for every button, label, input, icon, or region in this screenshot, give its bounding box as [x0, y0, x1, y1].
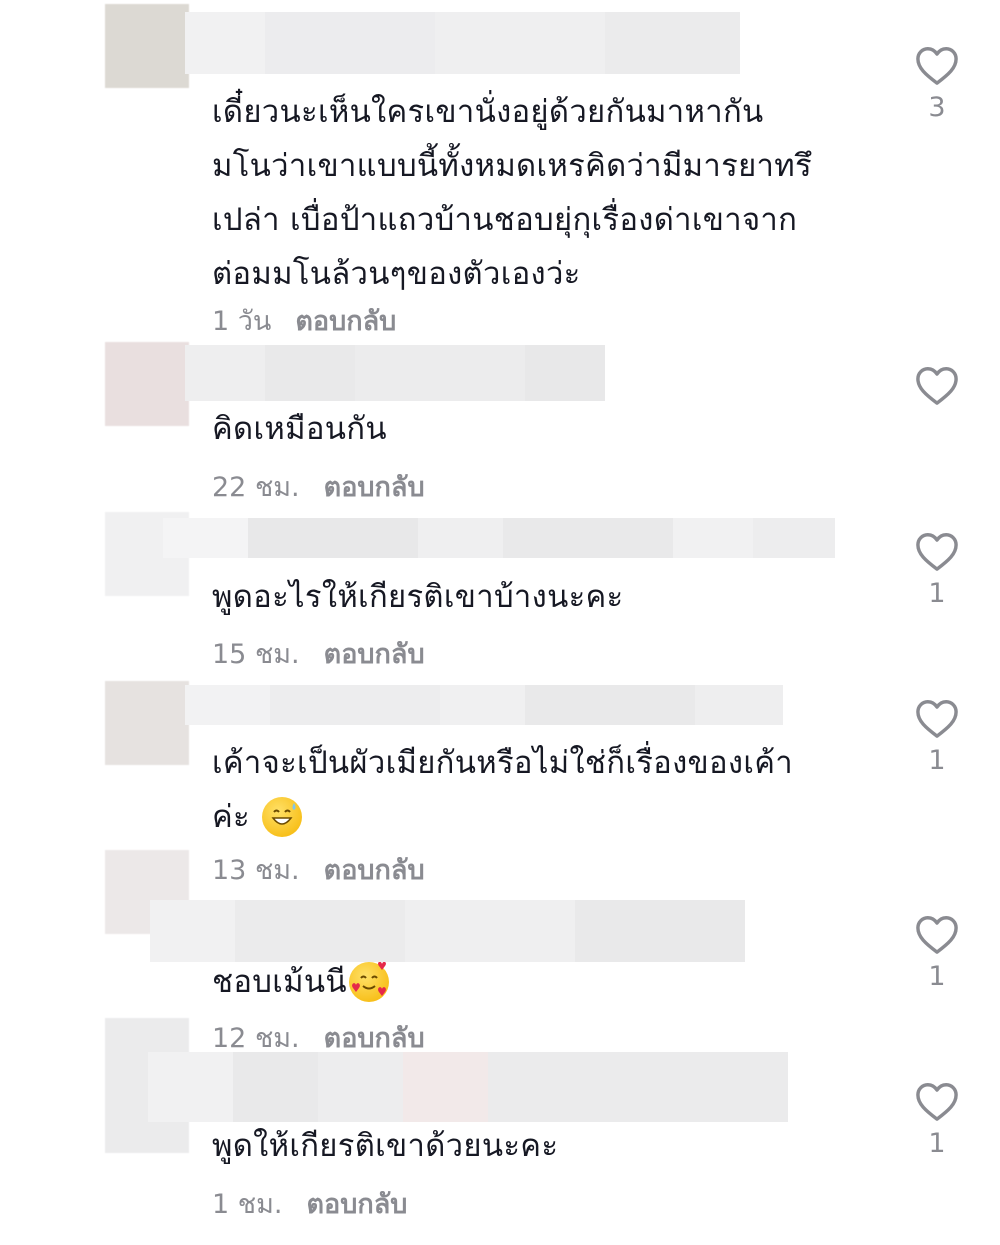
comment-text: เค้าจะเป็นผัวเมียกันหรือไม่ใช่ก็เรื่องขอ… [212, 745, 794, 837]
like-button[interactable]: 3 [912, 44, 962, 124]
comment-time: 1 ชม. [212, 1189, 283, 1220]
comment-time: 1 วัน [212, 306, 272, 337]
reply-button[interactable]: ตอบกลับ [324, 465, 425, 508]
heart-outline-icon [916, 47, 958, 85]
like-count: 3 [928, 92, 946, 123]
username-blurred[interactable] [150, 900, 745, 962]
like-count: 1 [928, 961, 946, 992]
username-blurred[interactable] [185, 685, 783, 725]
username-blurred[interactable] [185, 345, 605, 401]
like-button[interactable]: 1 [912, 530, 962, 610]
grinning-sweat-emoji [262, 797, 302, 837]
comment-text: เดี๋ยวนะเห็นใครเขานั่งอยู่ด้วยกันมาหากัน… [212, 94, 812, 292]
heart-outline-icon [916, 700, 958, 738]
like-count: 1 [928, 1128, 946, 1159]
comment-meta: 1 ชม. ตอบกลับ [212, 1182, 407, 1225]
heart-outline-icon [916, 533, 958, 571]
comment-text: พูดอะไรให้เกียรติเขาบ้างนะคะ [212, 579, 624, 615]
comment-time: 13 ชม. [212, 855, 300, 886]
comment-meta: 22 ชม. ตอบกลับ [212, 465, 425, 508]
like-count: 1 [928, 578, 946, 609]
avatar[interactable] [105, 4, 189, 88]
comment-time: 22 ชม. [212, 472, 300, 503]
avatar[interactable] [105, 342, 189, 426]
smiling-hearts-emoji [348, 962, 389, 1002]
comment-text: พูดให้เกียรติเขาด้วยนะคะ [212, 1128, 559, 1164]
heart-outline-icon [916, 367, 958, 405]
heart-outline-icon [916, 916, 958, 954]
like-button[interactable]: 1 [912, 1080, 962, 1160]
comment-time: 15 ชม. [212, 639, 300, 670]
like-button[interactable]: 1 [912, 913, 962, 993]
like-button[interactable]: 1 [912, 697, 962, 777]
comment-meta: 13 ชม. ตอบกลับ [212, 848, 425, 891]
reply-button[interactable]: ตอบกลับ [324, 632, 425, 675]
username-blurred[interactable] [185, 12, 740, 74]
comment-meta: 1 วัน ตอบกลับ [212, 299, 396, 342]
reply-button[interactable]: ตอบกลับ [295, 299, 396, 342]
reply-button[interactable]: ตอบกลับ [306, 1182, 407, 1225]
comment-text: คิดเหมือนกัน [212, 411, 387, 447]
avatar[interactable] [105, 681, 189, 765]
heart-outline-icon [916, 1083, 958, 1121]
comment-meta: 15 ชม. ตอบกลับ [212, 632, 425, 675]
like-count: 1 [928, 745, 946, 776]
like-button[interactable] [912, 364, 962, 444]
reply-button[interactable]: ตอบกลับ [324, 848, 425, 891]
comment-text: ชอบเม้นนี [212, 955, 882, 1009]
username-blurred[interactable] [148, 1052, 788, 1122]
username-blurred[interactable] [163, 518, 835, 558]
